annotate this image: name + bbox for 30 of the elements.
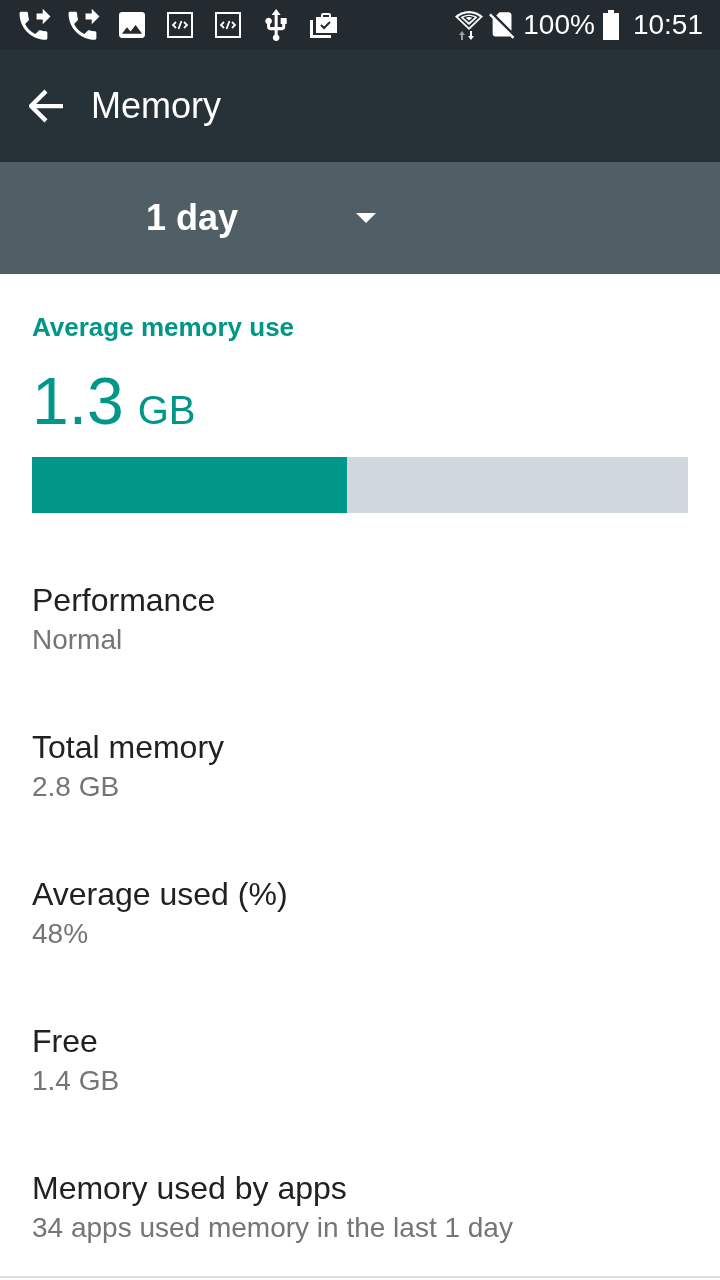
back-arrow-icon	[29, 89, 63, 123]
no-sim-icon	[489, 11, 516, 39]
memory-amount: 1.3	[32, 363, 124, 440]
memory-unit: GB	[137, 387, 196, 434]
usb-icon	[265, 9, 287, 41]
setting-title: Total memory	[32, 728, 226, 767]
dropdown-caret-icon	[356, 213, 376, 223]
setting-value: Normal	[32, 623, 124, 657]
period-dropdown[interactable]: 1 day	[146, 178, 376, 258]
section-label: Average memory use	[32, 311, 296, 343]
image-icon	[119, 12, 145, 38]
clock-time: 10:51	[632, 8, 703, 42]
briefcase-check-icon	[310, 12, 338, 38]
setting-value: 2.8 GB	[32, 770, 121, 804]
setting-title: Performance	[32, 581, 217, 620]
code-icon	[215, 12, 241, 38]
setting-title: Average used (%)	[32, 875, 289, 914]
setting-title: Memory used by apps	[32, 1169, 348, 1208]
wifi-icon	[455, 10, 484, 40]
setting-value: 34 apps used memory in the last 1 day	[32, 1211, 514, 1245]
setting-value: 48%	[32, 917, 90, 951]
setting-title: Free	[32, 1022, 99, 1061]
setting-value: 1.4 GB	[32, 1064, 121, 1098]
back-button[interactable]	[28, 88, 64, 124]
phone-arrow-icon	[67, 8, 101, 42]
phone-arrow-icon	[18, 8, 52, 42]
code-icon	[167, 12, 193, 38]
battery-percent: 100%	[523, 8, 595, 42]
screen-title: Memory	[91, 84, 221, 128]
battery-icon	[602, 10, 619, 40]
